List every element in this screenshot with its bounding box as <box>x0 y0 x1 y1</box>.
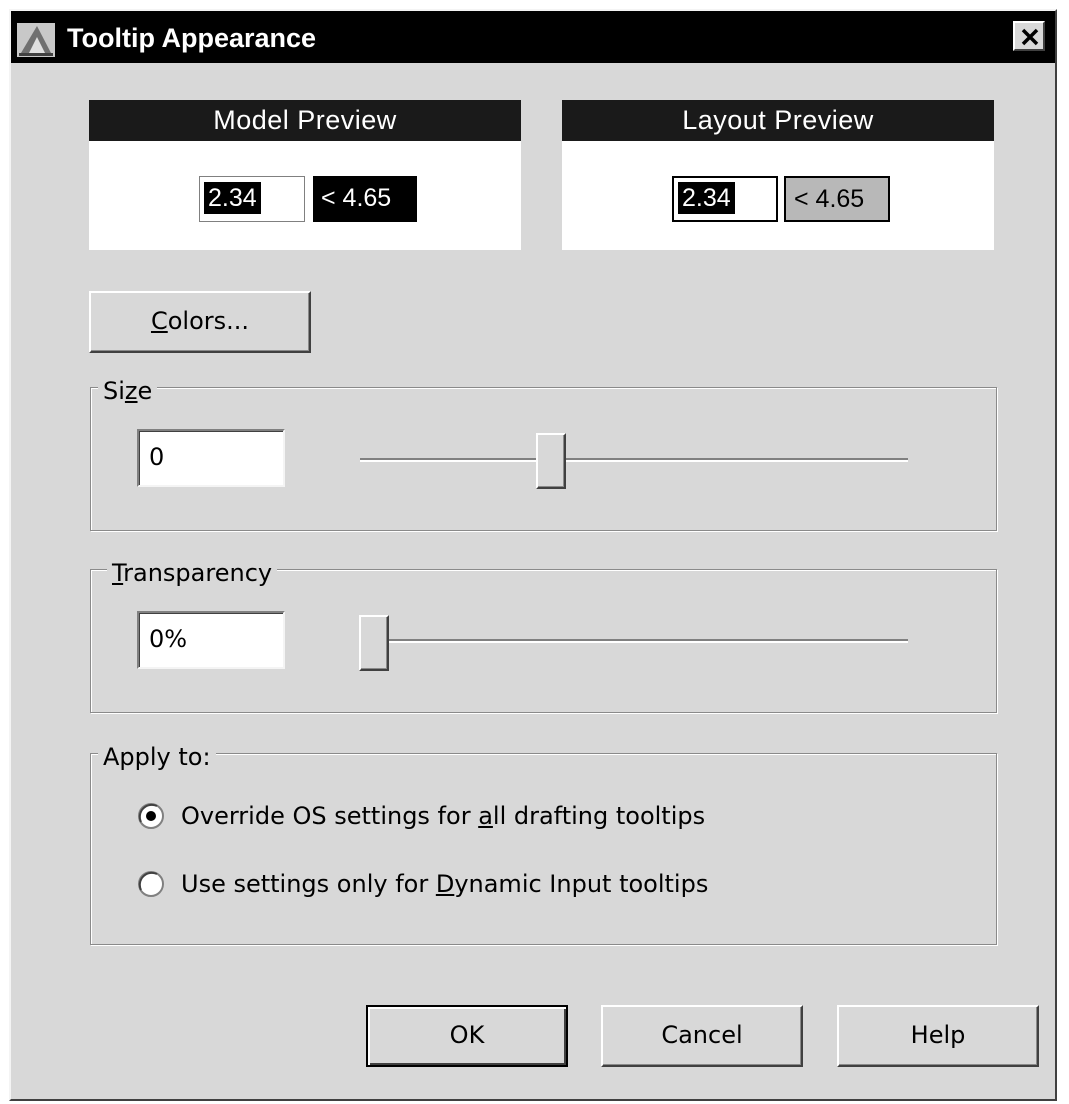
help-button-label: Help <box>910 1021 966 1049</box>
ok-button[interactable]: OK <box>366 1005 568 1067</box>
cancel-button[interactable]: Cancel <box>601 1005 803 1067</box>
layout-preview-header: Layout Preview <box>562 100 994 141</box>
cancel-button-label: Cancel <box>661 1021 743 1049</box>
colors-button[interactable]: Colors... <box>89 291 311 353</box>
layout-preview: Layout Preview 2.34 < 4.65 <box>562 100 994 250</box>
radio-selected-icon <box>138 803 164 829</box>
override-os-label: Override OS settings for all drafting to… <box>181 802 706 830</box>
transparency-legend: Transparency <box>107 559 278 587</box>
ok-button-label: OK <box>449 1021 485 1049</box>
autocad-app-icon <box>17 23 55 57</box>
tooltip-appearance-dialog: Tooltip Appearance Model Preview 2.34 < … <box>9 9 1057 1101</box>
size-slider-thumb[interactable] <box>535 433 566 489</box>
colors-button-label: Colors... <box>150 307 250 335</box>
transparency-input[interactable]: 0% <box>137 611 285 669</box>
size-input[interactable]: 0 <box>137 429 285 487</box>
size-slider-track[interactable] <box>360 458 908 462</box>
transparency-slider-track[interactable] <box>360 639 908 643</box>
model-angle-value: < 4.65 <box>321 184 392 212</box>
title-bar[interactable]: Tooltip Appearance <box>11 11 1055 63</box>
size-legend: Size <box>98 377 158 405</box>
close-button[interactable] <box>1013 21 1045 51</box>
model-preview-header: Model Preview <box>89 100 521 141</box>
layout-angle-value: < 4.65 <box>794 185 865 213</box>
model-angle-tooltip: < 4.65 <box>313 176 417 222</box>
transparency-slider-thumb[interactable] <box>359 615 389 671</box>
dynamic-input-label: Use settings only for Dynamic Input tool… <box>181 870 709 898</box>
help-button[interactable]: Help <box>837 1005 1039 1067</box>
layout-angle-tooltip: < 4.65 <box>784 176 890 222</box>
dialog-title: Tooltip Appearance <box>67 23 317 53</box>
radio-unselected-icon <box>138 871 164 897</box>
model-preview: Model Preview 2.34 < 4.65 <box>89 100 521 250</box>
apply-to-legend: Apply to: <box>98 743 216 771</box>
model-distance-value: 2.34 <box>204 182 261 214</box>
layout-distance-value: 2.34 <box>678 182 735 214</box>
model-distance-tooltip: 2.34 <box>199 176 305 222</box>
close-icon <box>1021 28 1039 46</box>
layout-distance-tooltip: 2.34 <box>672 176 778 222</box>
apply-to-group: Override OS settings for all drafting to… <box>90 753 997 945</box>
